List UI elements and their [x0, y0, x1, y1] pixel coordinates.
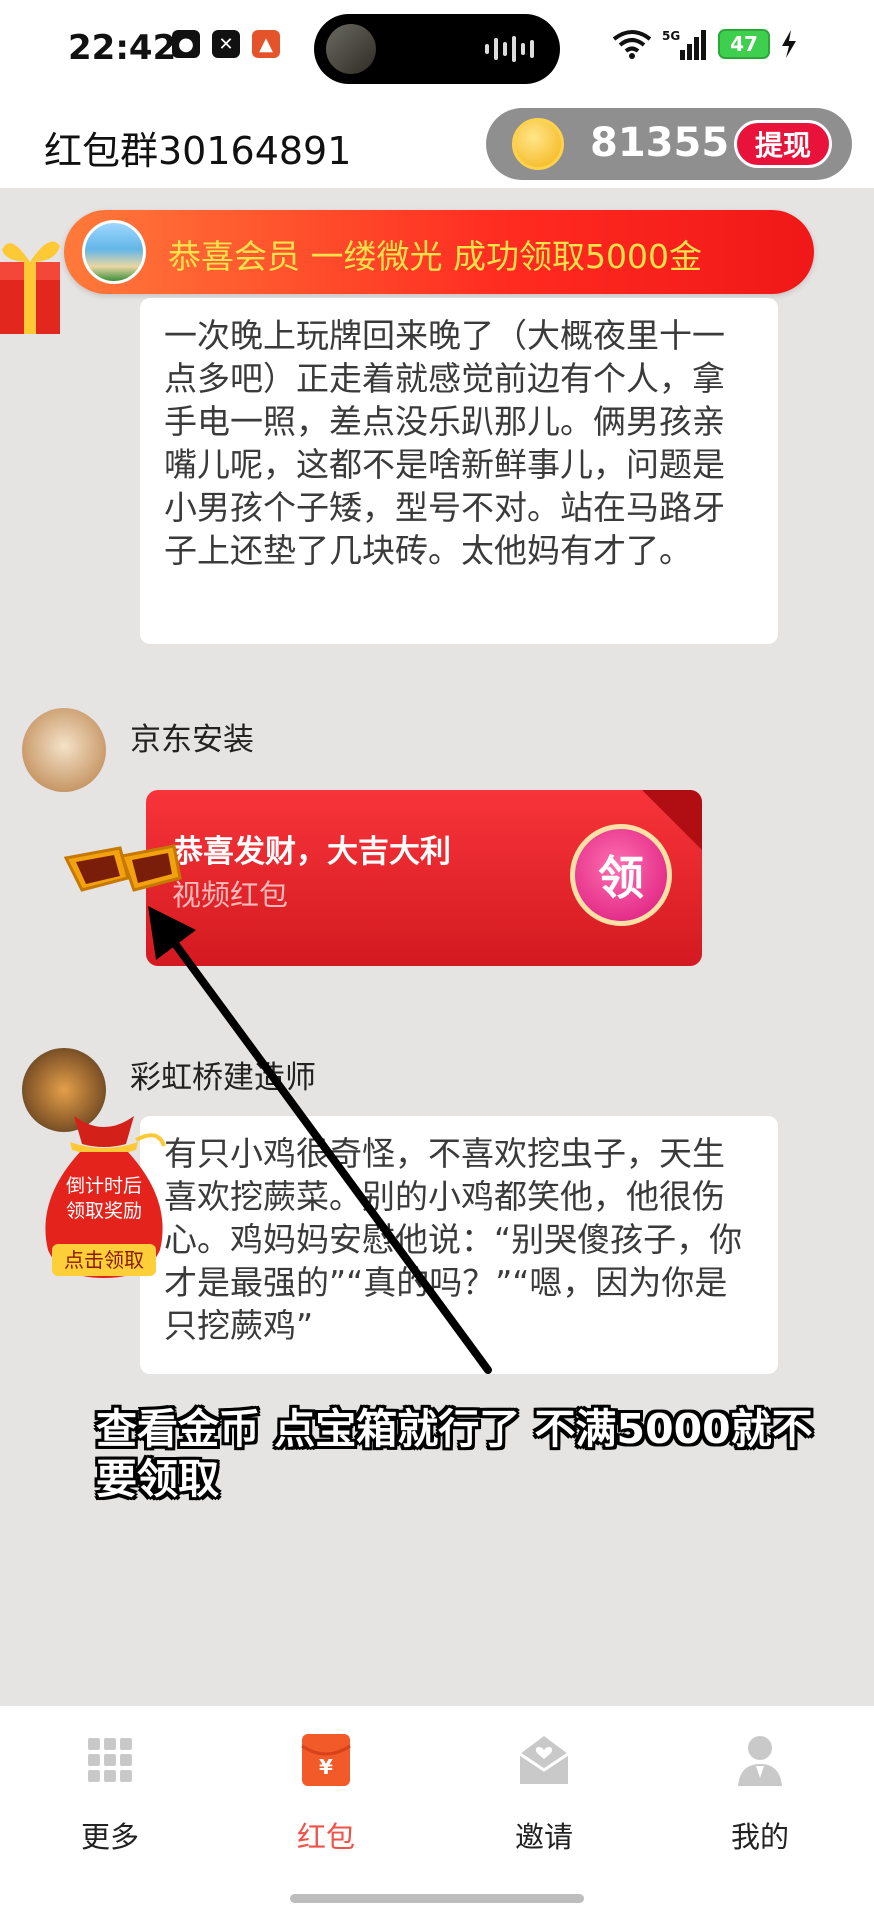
overlay-caption: 查看金币 点宝箱就行了 不满5000就不要领取	[96, 1405, 813, 1503]
tab-more[interactable]: 更多	[40, 1732, 180, 1854]
tab-label: 更多	[80, 1820, 139, 1854]
home-indicator	[290, 1894, 584, 1903]
tab-label: 我的	[730, 1820, 789, 1854]
invite-envelope-icon	[519, 1736, 569, 1784]
svg-text:¥: ¥	[319, 1755, 333, 1779]
tab-red-packet[interactable]: ¥ 红包	[256, 1732, 396, 1854]
profile-icon	[738, 1736, 782, 1786]
tab-label: 红包	[296, 1820, 355, 1854]
grid-icon	[88, 1738, 132, 1782]
annotation-arrow	[148, 906, 492, 1374]
tab-invite[interactable]: 邀请	[474, 1732, 614, 1854]
tab-mine[interactable]: 我的	[690, 1732, 830, 1854]
bottom-tab-bar: 更多 ¥ 红包 邀请 我的	[0, 1706, 874, 1920]
tab-label: 邀请	[514, 1820, 573, 1854]
red-envelope-icon: ¥	[301, 1734, 351, 1786]
